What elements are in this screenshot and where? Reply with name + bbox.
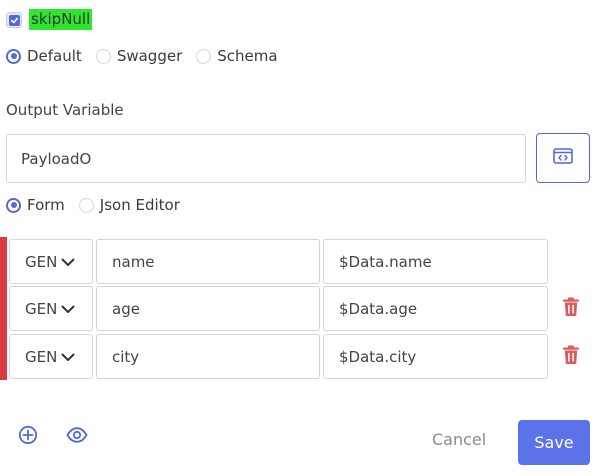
type-select[interactable]: GEN [9,286,93,331]
radio-swagger-label: Swagger [116,47,183,65]
validation-error-bar [0,237,7,380]
value-value: $Data.name [339,252,432,271]
output-variable-label: Output Variable [6,101,124,119]
value-input[interactable]: $Data.city [323,334,548,379]
type-select-value: GEN [25,299,58,318]
output-variable-value: PayloadO [21,149,92,168]
trash-icon[interactable] [561,344,581,366]
trash-icon[interactable] [561,296,581,318]
value-value: $Data.age [339,299,418,318]
radio-default-label: Default [27,47,82,65]
code-brackets-icon [553,148,573,168]
eye-icon [66,427,88,447]
radio-form-indicator[interactable] [6,197,21,213]
radio-schema-label: Schema [217,47,278,65]
type-select-value: GEN [25,347,58,366]
editor-radio-group: Form Json Editor [6,196,194,214]
chevron-down-icon [61,348,75,366]
mapping-row: GEN name $Data.name [9,239,549,284]
type-select[interactable]: GEN [9,334,93,379]
key-value: age [112,299,140,318]
key-input[interactable]: age [96,286,320,331]
cancel-button[interactable]: Cancel [432,430,486,449]
key-input[interactable]: name [96,239,320,284]
radio-json-editor-indicator[interactable] [78,197,94,213]
code-editor-button[interactable] [536,133,590,183]
mode-radio-group: Default Swagger Schema [6,47,292,65]
radio-form-label: Form [27,196,65,214]
skip-null-checkbox[interactable] [6,12,22,28]
radio-swagger-indicator[interactable] [95,48,111,64]
value-input[interactable]: $Data.name [323,239,548,284]
plus-circle-icon [18,425,38,449]
save-button[interactable]: Save [518,420,590,465]
radio-json-editor[interactable]: Json Editor [78,196,180,214]
key-value: city [112,347,140,366]
radio-form[interactable]: Form [6,196,65,214]
type-select-value: GEN [25,252,58,271]
mapping-row: GEN age $Data.age [9,286,549,331]
type-select[interactable]: GEN [9,239,93,284]
radio-default-indicator[interactable] [6,48,21,64]
add-row-button[interactable] [17,425,39,449]
radio-json-editor-label: Json Editor [99,196,180,214]
check-icon [8,14,20,26]
preview-button[interactable] [66,426,88,448]
radio-swagger[interactable]: Swagger [95,47,183,65]
radio-schema[interactable]: Schema [196,47,278,65]
chevron-down-icon [61,253,75,271]
output-variable-input[interactable]: PayloadO [6,134,526,183]
value-input[interactable]: $Data.age [323,286,548,331]
chevron-down-icon [61,300,75,318]
radio-schema-indicator[interactable] [196,48,212,64]
mapping-row: GEN city $Data.city [9,334,549,379]
skip-null-label: skipNull [29,9,93,30]
value-value: $Data.city [339,347,417,366]
radio-default[interactable]: Default [6,47,82,65]
key-value: name [112,252,155,271]
key-input[interactable]: city [96,334,320,379]
